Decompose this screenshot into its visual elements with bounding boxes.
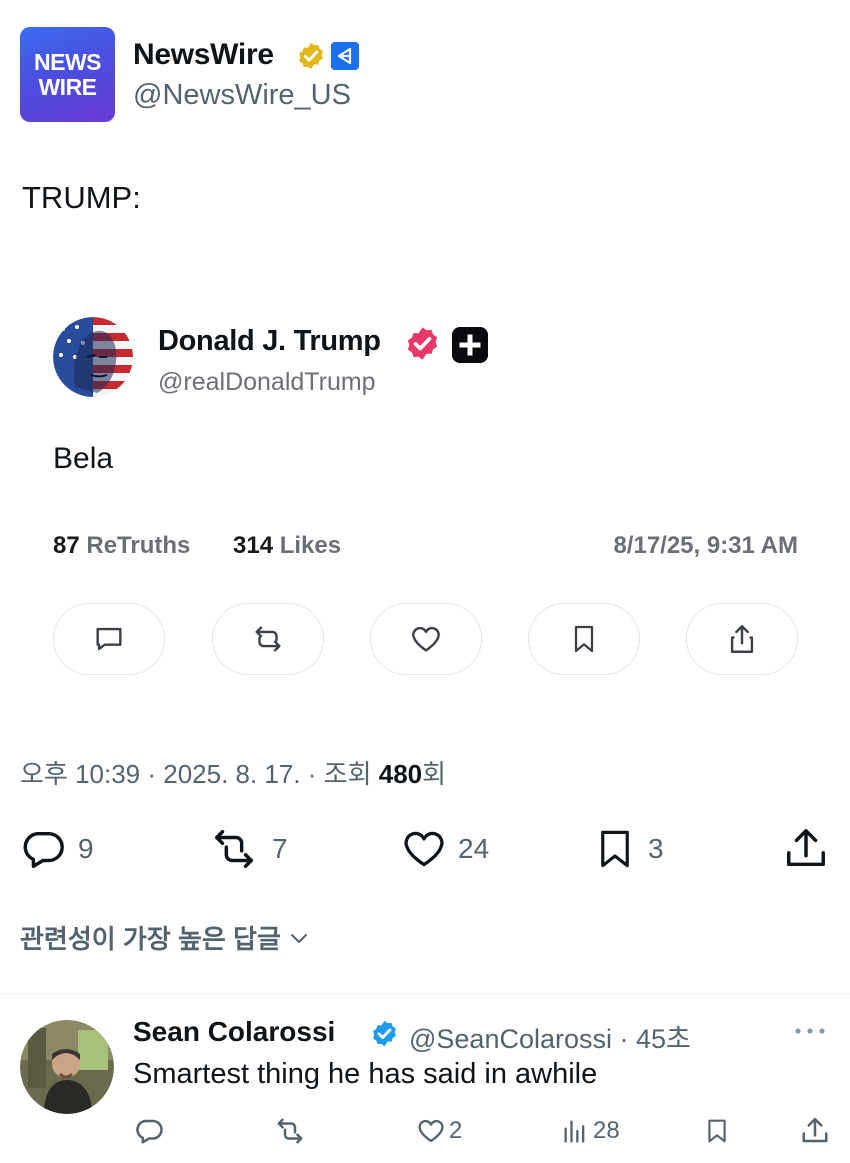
retruths-label: ReTruths	[86, 532, 191, 559]
likes-stat[interactable]: 314 Likes	[233, 532, 341, 560]
bookmark-count: 3	[648, 833, 664, 864]
affiliate-icon	[331, 42, 359, 70]
like-button[interactable]: 24	[402, 826, 489, 872]
embed-bookmark-button[interactable]	[528, 603, 640, 675]
avatar-line-2: WIRE	[38, 73, 97, 100]
truth-plus-icon	[452, 327, 488, 363]
reply-icon	[136, 1119, 163, 1144]
reply-like-button[interactable]: 2	[417, 1116, 462, 1146]
reply-repost-button[interactable]	[273, 1116, 307, 1146]
reply-avatar[interactable]	[20, 1020, 114, 1114]
likes-label: Likes	[279, 532, 342, 559]
heart-icon	[404, 831, 444, 867]
heart-icon	[418, 1119, 444, 1143]
embed-share-button[interactable]	[686, 603, 798, 675]
reply-bookmark-button[interactable]	[704, 1116, 730, 1146]
reply-views-button[interactable]: 28	[561, 1116, 620, 1146]
bookmark-icon	[601, 830, 629, 868]
avatar-line-1: NEWS	[34, 48, 102, 75]
reply-icon	[96, 627, 122, 651]
reply-icon	[23, 831, 64, 868]
embed-date: 8/17/25, 9:31 AM	[613, 532, 798, 559]
embed-retruth-button[interactable]	[212, 603, 324, 675]
embed-author-name[interactable]: Donald J. Trump	[158, 325, 381, 358]
reply-button[interactable]: 9	[20, 826, 94, 872]
reply-like-count: 2	[449, 1117, 463, 1144]
newswire-avatar[interactable]: NEWS WIRE	[20, 27, 115, 122]
chevron-down-icon	[290, 933, 307, 943]
more-options-icon[interactable]	[793, 1021, 827, 1041]
share-icon	[802, 1117, 828, 1143]
author-handle[interactable]: @NewsWire_US	[133, 79, 351, 112]
bookmark-icon	[708, 1119, 726, 1143]
trump-avatar[interactable]	[53, 317, 133, 397]
bookmark-button[interactable]: 3	[594, 826, 664, 872]
like-count: 24	[458, 833, 490, 864]
repost-icon	[215, 830, 253, 868]
retruths-count: 87	[53, 532, 80, 559]
bookmark-icon	[574, 625, 594, 653]
share-icon	[787, 829, 825, 867]
reply-reply-button[interactable]	[134, 1116, 164, 1146]
reply-share-button[interactable]	[800, 1116, 830, 1146]
view-count: 480	[378, 759, 423, 789]
reply-author-handle[interactable]: @SeanColarossi · 45초	[409, 1017, 691, 1056]
embed-text: Bela	[53, 442, 114, 475]
repost-icon	[277, 1118, 303, 1144]
embed-author-handle[interactable]: @realDonaldTrump	[158, 368, 376, 397]
post-time-date: 오후 10:39 · 2025. 8. 17. · 조회	[20, 759, 379, 789]
divider	[0, 993, 850, 994]
like-icon	[412, 626, 440, 652]
reply-author-name[interactable]: Sean Colarossi	[133, 1016, 335, 1048]
gold-verified-icon	[299, 42, 323, 70]
repost-count: 7	[272, 833, 288, 864]
retruth-icon	[255, 626, 281, 652]
view-suffix: 회	[422, 759, 447, 789]
likes-count: 314	[233, 532, 274, 559]
reply-view-count: 28	[593, 1117, 620, 1144]
analytics-icon	[564, 1120, 585, 1143]
embed-reply-button[interactable]	[53, 603, 165, 675]
repost-button[interactable]: 7	[208, 826, 288, 872]
retruths-stat[interactable]: 87 ReTruths	[53, 532, 190, 560]
post-meta: 오후 10:39 · 2025. 8. 17. · 조회 480회	[20, 754, 446, 791]
sort-label: 관련성이 가장 높은 답글	[20, 924, 281, 954]
blue-verified-icon	[373, 1020, 396, 1047]
embed-like-button[interactable]	[370, 603, 482, 675]
reply-text: Smartest thing he has said in awhile	[133, 1058, 598, 1090]
share-icon	[730, 625, 754, 653]
reply-sort-dropdown[interactable]: 관련성이 가장 높은 답글	[20, 919, 313, 956]
reply-count: 9	[78, 833, 94, 864]
truth-verified-icon	[407, 327, 438, 360]
post-text: TRUMP:	[22, 180, 141, 215]
author-name[interactable]: NewsWire	[133, 38, 274, 72]
share-button[interactable]	[783, 826, 829, 872]
